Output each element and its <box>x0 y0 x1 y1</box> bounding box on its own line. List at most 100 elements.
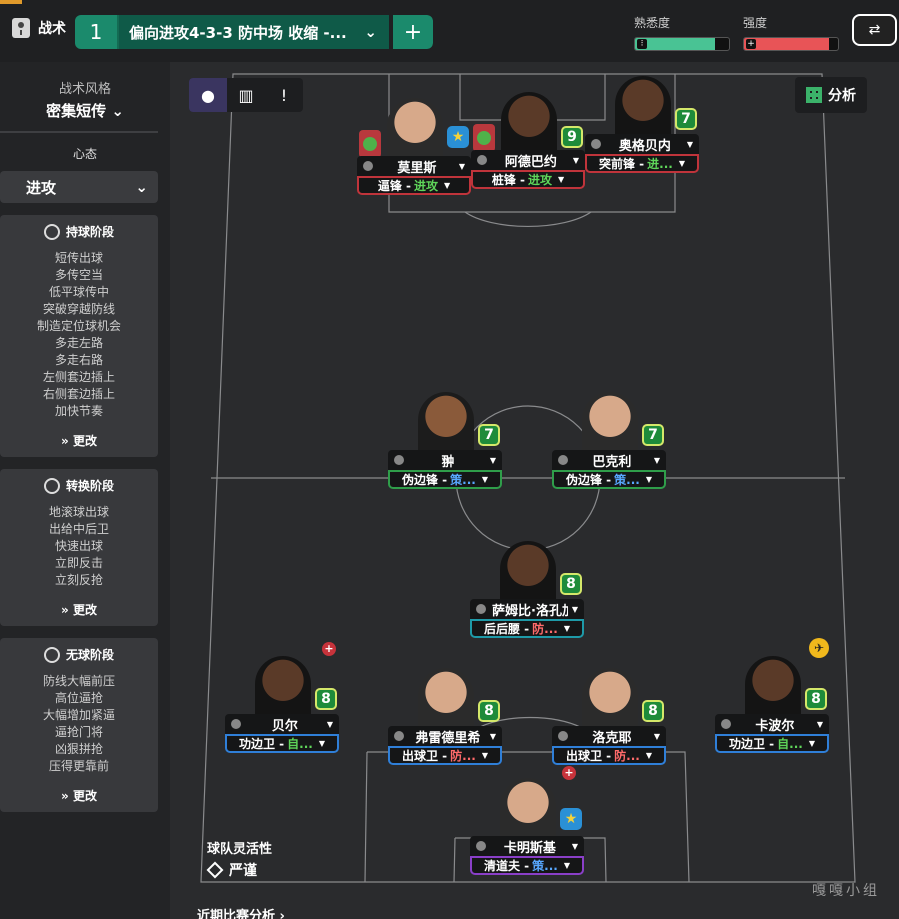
tactics-menu-button[interactable]: 战术 <box>12 18 66 38</box>
analysis-button[interactable]: 分析 <box>795 77 867 113</box>
player-role[interactable]: 功边卫 - 自... ▼ <box>715 734 829 753</box>
phase-title: 无球阶段 <box>65 648 114 662</box>
watermark: 嘎嘎小组 <box>812 883 880 899</box>
player-role[interactable]: 出球卫 - 防... ▼ <box>388 746 502 765</box>
injury-icon: + <box>562 766 576 780</box>
chevron-down-icon: ▼ <box>563 624 571 633</box>
player-role[interactable]: 突前锋 - 进... ▼ <box>585 154 699 173</box>
change-button[interactable]: » 更改 <box>0 432 158 449</box>
intensity-icon: + <box>746 39 756 49</box>
phase-in-possession: 持球阶段 短传出球 多传空当 低平球传中 突破穿越防线 制造定位球机会 多走左路… <box>0 215 158 457</box>
tactic-style-selector[interactable]: 战术风格 密集短传 ⌄ <box>0 62 170 121</box>
rating-badge: 8 <box>805 688 827 710</box>
player-name-bar[interactable]: 卡明斯基 ▼ <box>470 836 584 856</box>
player-portrait <box>501 92 557 156</box>
player-portrait <box>418 668 474 732</box>
player-name-bar[interactable]: 巴克利 ▼ <box>552 450 666 470</box>
chevron-down-icon: ⌄ <box>135 178 148 196</box>
person-icon <box>591 139 601 149</box>
intensity-bar: + <box>743 37 839 51</box>
team-flexibility-value[interactable]: 严谨 <box>206 860 257 880</box>
stats-view-icon[interactable]: ▥ <box>227 78 265 112</box>
chevron-down-icon: ▼ <box>572 155 579 165</box>
phase-title: 转换阶段 <box>65 479 114 493</box>
change-button[interactable]: » 更改 <box>0 601 158 618</box>
analysis-label: 分析 <box>828 88 856 104</box>
player-role[interactable]: 出球卫 - 防... ▼ <box>552 746 666 765</box>
role-sep: - <box>401 178 411 193</box>
chevron-down-icon: ▼ <box>563 861 571 870</box>
chevron-down-icon: ⌄ <box>111 102 124 120</box>
phase-title: 持球阶段 <box>65 225 114 239</box>
player-role[interactable]: 清道夫 - 策... ▼ <box>470 856 584 875</box>
star-icon: ★ <box>560 808 582 830</box>
instruction-item: 防线大幅前压 <box>42 674 115 688</box>
chevron-down-icon: ▼ <box>481 751 489 760</box>
formation-dropdown[interactable]: 偏向进攻4-3-3 防中场 收缩 -... ⌄ <box>119 15 389 49</box>
player-card-cm-left[interactable]: 7 翀 ▼ 伪边锋 - 策... ▼ <box>388 392 502 489</box>
rating-badge: 9 <box>561 126 583 148</box>
player-view-icon[interactable]: ● <box>189 78 227 112</box>
player-card-gk[interactable]: + ★ 卡明斯基 ▼ 清道夫 - 策... ▼ <box>470 766 584 875</box>
role-sep: - <box>765 736 775 751</box>
player-role[interactable]: 后后腰 - 防... ▼ <box>470 619 584 638</box>
instruction-item: 立即反击 <box>54 556 103 570</box>
player-name-bar[interactable]: 卡波尔 ▼ <box>715 714 829 734</box>
person-icon <box>721 719 731 729</box>
mentality-label: 心态 <box>72 147 97 161</box>
recent-match-analysis-link[interactable]: 近期比赛分析 › <box>197 905 285 919</box>
change-button[interactable]: » 更改 <box>0 787 158 804</box>
player-name-bar[interactable]: 翀 ▼ <box>388 450 502 470</box>
player-portrait <box>500 541 556 605</box>
chevron-down-icon: ▼ <box>816 719 823 729</box>
person-icon <box>394 455 404 465</box>
player-role[interactable]: 逼锋 - 进攻 ▼ <box>357 176 471 195</box>
player-card-cb-left[interactable]: 8 弗雷德里希 ▼ 出球卫 - 防... ▼ <box>388 668 502 765</box>
player-card-st-left[interactable]: ★ 莫里斯 ▼ 逼锋 - 进攻 ▼ <box>357 98 471 195</box>
player-role[interactable]: 桩锋 - 进攻 ▼ <box>471 170 585 189</box>
player-name-bar[interactable]: 莫里斯 ▼ <box>357 156 471 176</box>
rating-badge: 8 <box>315 688 337 710</box>
instruction-item: 左侧套边插上 <box>42 370 115 384</box>
instruction-item: 快速出球 <box>54 539 103 553</box>
add-tactic-button[interactable]: + <box>393 15 433 49</box>
player-card-rb[interactable]: ✈ 8 卡波尔 ▼ 功边卫 - 自... ▼ <box>715 638 829 753</box>
mentality-dropdown[interactable]: 进攻 ⌄ <box>0 171 158 203</box>
player-portrait <box>745 656 801 720</box>
instruction-item: 压得更靠前 <box>48 759 109 773</box>
player-card-cb-right[interactable]: 8 洛克耶 ▼ 出球卫 - 防... ▼ <box>552 668 666 765</box>
intensity-meter[interactable]: 强度 + <box>743 14 839 51</box>
role-duty: 策... <box>532 859 558 873</box>
role-name: 出球卫 <box>401 749 438 763</box>
player-card-dm[interactable]: 8 萨姆比·洛孔加 ▼ 后后腰 - 防... ▼ <box>470 541 584 638</box>
swap-icon[interactable]: ⇄ <box>852 14 897 46</box>
role-duty: 进攻 <box>414 179 439 193</box>
player-card-st-right[interactable]: 7 奥格贝内 ▼ 突前锋 - 进... ▼ <box>585 76 699 173</box>
player-role[interactable]: 伪边锋 - 策... ▼ <box>388 470 502 489</box>
player-name-bar[interactable]: 奥格贝内 ▼ <box>585 134 699 154</box>
info-view-icon[interactable]: ! <box>265 78 303 112</box>
familiarity-icon: ⁝ <box>637 39 647 49</box>
player-name-bar[interactable]: 弗雷德里希 ▼ <box>388 726 502 746</box>
role-duty: 自... <box>287 737 313 751</box>
tactic-style-label: 战术风格 <box>58 82 111 97</box>
player-name-bar[interactable]: 阿德巴约 ▼ <box>471 150 585 170</box>
diamond-icon <box>206 861 224 879</box>
instruction-item: 高位逼抢 <box>54 691 103 705</box>
tactic-style-value[interactable]: 密集短传 ⌄ <box>0 100 170 121</box>
double-chevron-icon: » <box>61 789 69 803</box>
familiarity-meter[interactable]: 熟悉度 ⁝ <box>634 14 730 51</box>
familiarity-bar: ⁝ <box>634 37 730 51</box>
accent-strip <box>0 0 22 4</box>
player-name-bar[interactable]: 贝尔 ▼ <box>225 714 339 734</box>
chevron-down-icon: ▼ <box>653 455 660 465</box>
player-card-cm-right[interactable]: 7 巴克利 ▼ 伪边锋 - 策... ▼ <box>552 392 666 489</box>
person-icon <box>363 161 373 171</box>
formation-selector[interactable]: 1 偏向进攻4-3-3 防中场 收缩 -... ⌄ + <box>75 15 433 49</box>
player-role[interactable]: 伪边锋 - 策... ▼ <box>552 470 666 489</box>
player-role[interactable]: 功边卫 - 自... ▼ <box>225 734 339 753</box>
player-card-st-center[interactable]: 9 阿德巴约 ▼ 桩锋 - 进攻 ▼ <box>471 92 585 189</box>
player-card-lb[interactable]: + 8 贝尔 ▼ 功边卫 - 自... ▼ <box>225 642 339 753</box>
player-name-bar[interactable]: 洛克耶 ▼ <box>552 726 666 746</box>
player-name-bar[interactable]: 萨姆比·洛孔加 ▼ <box>470 599 584 619</box>
